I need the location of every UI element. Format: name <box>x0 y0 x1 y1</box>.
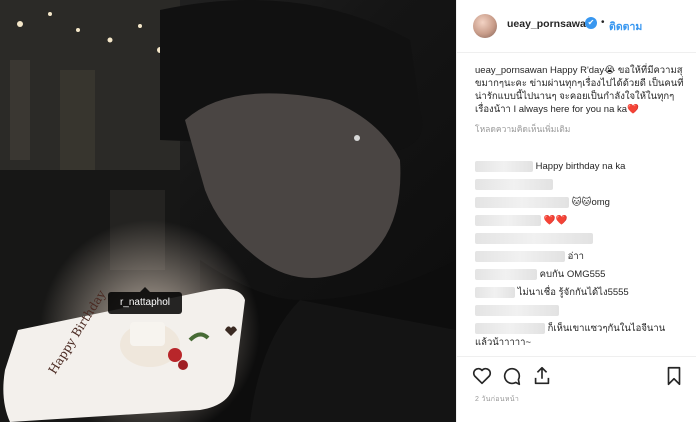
comment-text: Happy birthday na ka <box>535 161 626 172</box>
comment-text: 🐱🐱omg <box>571 197 610 208</box>
comment-row: ❤️❤️ <box>475 214 567 228</box>
bookmark-icon[interactable] <box>663 365 685 387</box>
comment-icon[interactable] <box>501 365 523 387</box>
verified-badge-icon: ✔ <box>585 17 597 29</box>
comment-row: อ่าา <box>475 250 584 264</box>
comment-row <box>475 232 593 246</box>
comment-row: ก็เห็นเขาแซวๆกันในไอจีนาน <box>475 322 665 336</box>
hidden-username <box>475 268 537 280</box>
hidden-username <box>475 196 569 208</box>
post-photo[interactable]: Happy Birthday r_nattaphol <box>0 0 456 422</box>
comment-text: อ่าา <box>567 251 585 262</box>
post-date: 2 วันก่อนหน้า <box>475 396 520 403</box>
hidden-username <box>475 214 541 226</box>
hidden-username <box>475 178 553 190</box>
caption-username[interactable]: ueay_pornsawan <box>475 65 547 76</box>
separator-dot: • <box>601 17 605 28</box>
action-bar <box>457 356 696 391</box>
comment-row: Happy birthday na ka <box>475 160 625 174</box>
hidden-username <box>475 232 593 244</box>
follow-button[interactable]: ติดตาม <box>609 18 642 35</box>
caption-block: ueay_pornsawan Happy R'day😭 ขอให้ที่มีคว… <box>475 64 687 136</box>
avatar[interactable] <box>473 14 497 38</box>
comment-text: ก็เห็นเขาแซวๆกันในไอจีนาน <box>547 323 666 334</box>
photo-scene: Happy Birthday <box>0 0 456 422</box>
heart-icon[interactable] <box>471 365 493 387</box>
load-more-comments-link[interactable]: โหลดความคิดเห็นเพิ่มเติม <box>475 122 687 136</box>
user-tag[interactable]: r_nattaphol <box>108 287 182 314</box>
comment-row <box>475 304 559 318</box>
instagram-post: Happy Birthday r_nattaphol ueay_pornsawa… <box>0 0 696 422</box>
comment-row: คบกัน OMG555 <box>475 268 605 282</box>
share-icon[interactable] <box>531 365 553 387</box>
hidden-username <box>475 160 533 172</box>
post-header: ueay_pornsawan ✔ • ติดตาม <box>457 0 696 53</box>
comment-row: ไม่นาเชื่อ รู้จักกันได้ไง5555 <box>475 286 629 300</box>
comment-text: แล้วน้าาาาา~ <box>475 337 531 348</box>
post-side-panel: ueay_pornsawan ✔ • ติดตาม ueay_pornsawan… <box>456 0 696 422</box>
comment-row: 🐱🐱omg <box>475 196 610 210</box>
comment-text: ไม่นาเชื่อ รู้จักกันได้ไง5555 <box>517 287 629 298</box>
hidden-username <box>475 286 515 298</box>
comment-text: คบกัน OMG555 <box>539 269 606 280</box>
comment-row: แล้วน้าาาาา~ <box>475 336 531 350</box>
header-username[interactable]: ueay_pornsawan <box>507 18 592 30</box>
hidden-username <box>475 304 559 316</box>
hidden-username <box>475 322 545 334</box>
hidden-username <box>475 250 565 262</box>
comment-text: ❤️❤️ <box>543 215 568 226</box>
comment-row <box>475 178 553 192</box>
caption: ueay_pornsawan Happy R'day😭 ขอให้ที่มีคว… <box>475 64 687 116</box>
